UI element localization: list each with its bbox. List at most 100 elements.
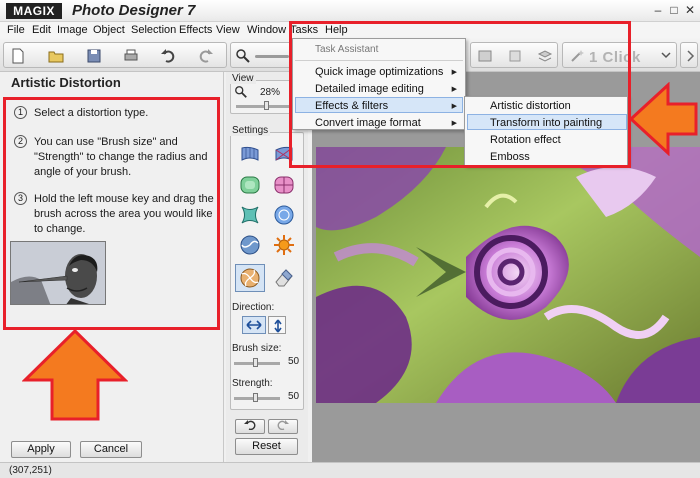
undo-arrow-icon <box>244 420 256 431</box>
pinch-icon[interactable] <box>272 173 296 197</box>
toolbar-layers-group <box>470 42 558 68</box>
distort-grid-left-icon[interactable] <box>238 142 262 166</box>
status-bar: (307,251) <box>0 462 700 478</box>
step-text: You can use "Brush size" and "Strength" … <box>34 136 208 178</box>
horizontal-arrows-icon <box>246 320 262 330</box>
brush-size-value: 50 <box>288 356 300 367</box>
menu-view[interactable]: View <box>216 23 240 37</box>
cancel-button[interactable]: Cancel <box>80 441 142 458</box>
step-text: Hold the left mouse key and drag the bru… <box>34 193 214 235</box>
step-undo-button[interactable] <box>235 419 265 434</box>
layers-icon[interactable] <box>537 48 553 64</box>
maximize-button[interactable]: □ <box>667 2 681 18</box>
direction-vertical-button[interactable] <box>268 316 286 334</box>
menu-help[interactable]: Help <box>325 23 348 37</box>
zoom-magnifier-icon[interactable] <box>234 85 248 99</box>
tasks-dropdown-menu: Task Assistant Quick image optimizations… <box>292 38 466 130</box>
open-folder-icon[interactable] <box>48 48 64 64</box>
menu-object[interactable]: Object <box>93 23 125 37</box>
view-label: View <box>230 73 256 84</box>
submenu-emboss[interactable]: Emboss <box>490 151 530 163</box>
submenu-arrow-icon: ▶ <box>451 103 457 110</box>
menu-detailed-image-editing[interactable]: Detailed image editing <box>315 83 424 95</box>
undo-icon[interactable] <box>160 48 176 64</box>
submenu-arrow-icon: ▶ <box>451 86 457 93</box>
eraser-icon[interactable] <box>272 266 296 290</box>
panel-title: Artistic Distortion <box>11 75 121 90</box>
view-zoom-thumb[interactable] <box>264 101 269 110</box>
menu-effects[interactable]: Effects <box>179 23 212 37</box>
cursor-coordinates: (307,251) <box>9 465 52 476</box>
print-icon[interactable] <box>123 48 139 64</box>
magnifier-icon[interactable] <box>235 48 251 64</box>
direction-label: Direction: <box>232 302 275 313</box>
strength-value: 50 <box>288 391 300 402</box>
submenu-artistic-distortion[interactable]: Artistic distortion <box>490 100 571 112</box>
reset-button[interactable]: Reset <box>235 438 298 455</box>
swirl-brush-icon[interactable] <box>238 266 262 290</box>
chevron-right-icon <box>687 50 695 62</box>
menu-effects-filters[interactable]: Effects & filters <box>315 100 388 112</box>
shrink-icon[interactable] <box>238 203 262 227</box>
menu-file[interactable]: File <box>7 23 25 37</box>
menu-selection[interactable]: Selection <box>131 23 176 37</box>
submenu-arrow-icon: ▶ <box>451 120 457 127</box>
distorted-photo[interactable] <box>316 147 700 403</box>
direction-horizontal-button[interactable] <box>242 316 266 334</box>
app-title: Photo Designer 7 <box>72 2 196 19</box>
step-number: 2 <box>14 135 27 148</box>
apply-button[interactable]: Apply <box>11 441 71 458</box>
submenu-arrow-icon: ▶ <box>451 69 457 76</box>
title-bar: MAGIX Photo Designer 7 – □ ✕ <box>0 0 700 22</box>
menu-image[interactable]: Image <box>57 23 88 37</box>
ripple-icon[interactable] <box>272 203 296 227</box>
menu-edit[interactable]: Edit <box>32 23 51 37</box>
strength-label: Strength: <box>232 378 273 389</box>
menu-convert-image-format[interactable]: Convert image format <box>315 117 421 129</box>
submenu-rotation-effect[interactable]: Rotation effect <box>490 134 561 146</box>
magix-logo: MAGIX <box>6 3 62 19</box>
annotation-arrow-up <box>22 328 128 421</box>
distort-grid-right-icon[interactable] <box>272 142 296 166</box>
toolbar-file-group <box>3 42 227 68</box>
step-text: Select a distortion type. <box>34 107 149 119</box>
twirl-icon[interactable] <box>238 233 262 257</box>
brush-size-thumb[interactable] <box>253 358 258 367</box>
effects-submenu: Artistic distortion Transform into paint… <box>464 96 628 166</box>
toolbar-overflow[interactable] <box>680 42 698 68</box>
strength-thumb[interactable] <box>253 393 258 402</box>
submenu-transform-into-painting[interactable]: Transform into painting <box>490 117 602 129</box>
close-button[interactable]: ✕ <box>683 2 697 18</box>
redo-arrow-icon <box>277 420 289 431</box>
save-icon[interactable] <box>86 48 102 64</box>
bulge-icon[interactable] <box>238 173 262 197</box>
task-assistant-header: Task Assistant <box>315 44 379 55</box>
zoom-percent: 28% <box>260 87 281 98</box>
new-file-icon[interactable] <box>10 48 26 64</box>
image-icon[interactable] <box>477 48 493 64</box>
distorted-face-image <box>11 242 105 304</box>
one-click-label: 1 Click <box>589 49 641 66</box>
annotation-arrow-left <box>628 82 698 156</box>
step-redo-button[interactable] <box>268 419 298 434</box>
brush-size-label: Brush size: <box>232 343 282 354</box>
chevron-down-icon[interactable] <box>661 50 671 60</box>
sun-burst-icon[interactable] <box>272 233 296 257</box>
menu-quick-image-optimizations[interactable]: Quick image optimizations <box>315 66 443 78</box>
object-icon[interactable] <box>507 48 523 64</box>
vertical-arrows-icon <box>274 319 282 333</box>
tool-settings-panel: View 28% Settings Direction: Brush size:… <box>226 72 308 462</box>
menu-separator <box>295 60 463 61</box>
redo-icon[interactable] <box>198 48 214 64</box>
menu-bar: File Edit Image Object Selection Effects… <box>0 22 700 38</box>
step-number: 1 <box>14 106 27 119</box>
menu-window[interactable]: Window <box>247 23 286 37</box>
one-click-group[interactable]: 1 Click <box>562 42 677 68</box>
menu-tasks[interactable]: Tasks <box>290 23 318 37</box>
step-number: 3 <box>14 192 27 205</box>
minimize-button[interactable]: – <box>651 2 665 18</box>
zoom-slider[interactable] <box>255 55 289 58</box>
wand-icon <box>571 50 584 62</box>
settings-label: Settings <box>230 125 271 136</box>
toolbar-zoom-group <box>230 42 292 68</box>
